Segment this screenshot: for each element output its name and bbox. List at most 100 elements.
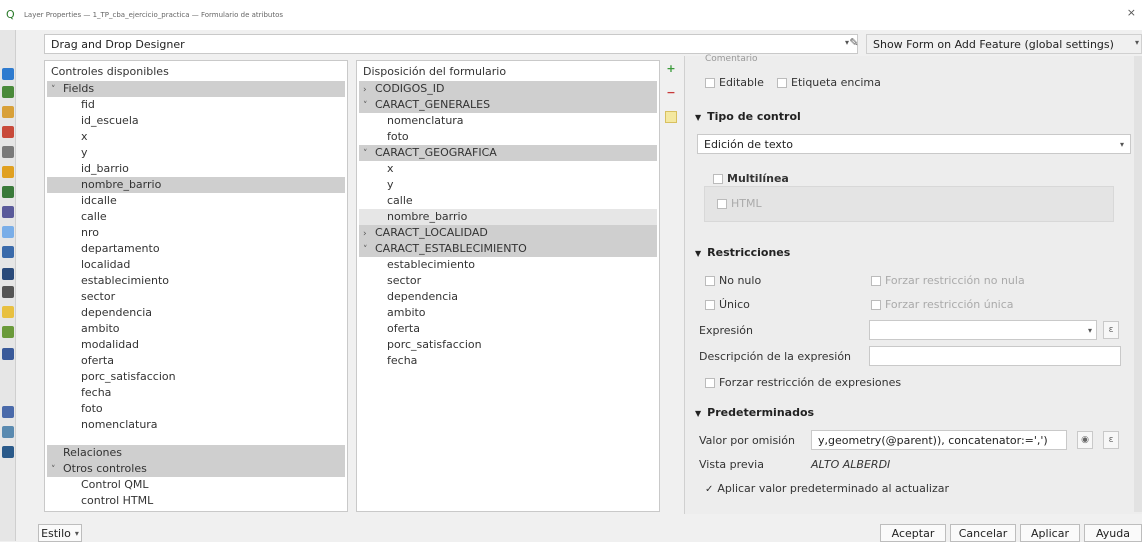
restricciones-header[interactable]: ▼ Restricciones bbox=[695, 246, 790, 259]
layout-field-y[interactable]: y bbox=[359, 177, 657, 193]
expand-arrow-icon[interactable]: › bbox=[363, 226, 375, 242]
tree-group-relaciones[interactable]: Relaciones bbox=[47, 445, 345, 461]
temporal-icon[interactable] bbox=[2, 348, 14, 360]
collapse-arrow-icon[interactable]: ˅ bbox=[363, 146, 375, 162]
collapse-arrow-icon[interactable]: ˅ bbox=[51, 82, 63, 98]
field-item-id-escuela[interactable]: id_escuela bbox=[47, 113, 345, 129]
checkbox-icon[interactable] bbox=[713, 174, 723, 184]
legend-icon[interactable] bbox=[2, 446, 14, 458]
attributes-form-icon[interactable] bbox=[2, 206, 14, 218]
source-icon[interactable] bbox=[2, 86, 14, 98]
field-item-ambito[interactable]: ambito bbox=[47, 321, 345, 337]
layout-field-dependencia[interactable]: dependencia bbox=[359, 289, 657, 305]
style-button[interactable]: Estilo ▾ bbox=[38, 524, 82, 542]
dependencies-icon[interactable] bbox=[2, 426, 14, 438]
enforce-not-null-checkbox[interactable]: Forzar restricción no nula bbox=[871, 274, 1025, 287]
auxiliary-storage-icon[interactable] bbox=[2, 246, 14, 258]
3d-view-icon[interactable] bbox=[2, 166, 14, 178]
field-item-nombre-barrio[interactable]: nombre_barrio bbox=[47, 177, 345, 193]
checkbox-icon[interactable] bbox=[717, 199, 727, 209]
collapse-arrow-icon[interactable]: ˅ bbox=[363, 242, 375, 258]
field-item-localidad[interactable]: localidad bbox=[47, 257, 345, 273]
fields-icon[interactable] bbox=[2, 186, 14, 198]
layout-field-sector[interactable]: sector bbox=[359, 273, 657, 289]
metadata-icon[interactable] bbox=[2, 406, 14, 418]
vertical-scrollbar[interactable] bbox=[1134, 56, 1142, 512]
checkbox-icon[interactable] bbox=[705, 276, 715, 286]
python-init-icon[interactable]: ✎ bbox=[846, 36, 862, 52]
layout-container-caract-generales[interactable]: ˅ CARACT_GENERALES bbox=[359, 97, 657, 113]
field-item-foto[interactable]: foto bbox=[47, 401, 345, 417]
field-item-nro[interactable]: nro bbox=[47, 225, 345, 241]
field-item-nomenclatura[interactable]: nomenclatura bbox=[47, 417, 345, 433]
predeterminados-header[interactable]: ▼ Predeterminados bbox=[695, 406, 814, 419]
field-item-x[interactable]: x bbox=[47, 129, 345, 145]
other-control-item[interactable]: control HTML bbox=[47, 493, 345, 509]
layout-field-fecha[interactable]: fecha bbox=[359, 353, 657, 369]
designer-select[interactable]: Drag and Drop Designer ▾ bbox=[44, 34, 858, 54]
multiline-checkbox[interactable]: Multilínea bbox=[713, 172, 789, 185]
checkbox-icon[interactable] bbox=[777, 78, 787, 88]
checkbox-icon[interactable] bbox=[871, 276, 881, 286]
layout-field-calle[interactable]: calle bbox=[359, 193, 657, 209]
field-item-modalidad[interactable]: modalidad bbox=[47, 337, 345, 353]
other-control-item[interactable]: Control QML bbox=[47, 477, 345, 493]
layout-field-nomenclatura[interactable]: nomenclatura bbox=[359, 113, 657, 129]
layout-field-x[interactable]: x bbox=[359, 161, 657, 177]
actions-icon[interactable] bbox=[2, 268, 14, 280]
labels-icon[interactable] bbox=[2, 126, 14, 138]
apply-on-update-checkbox[interactable]: ✓ Aplicar valor predeterminado al actuali… bbox=[705, 482, 949, 495]
field-item-porc-satisfaccion[interactable]: porc_satisfaccion bbox=[47, 369, 345, 385]
remove-icon[interactable]: − bbox=[665, 87, 677, 99]
field-item-sector[interactable]: sector bbox=[47, 289, 345, 305]
collapse-arrow-icon[interactable]: ˅ bbox=[51, 462, 63, 478]
html-checkbox[interactable]: HTML bbox=[717, 197, 762, 210]
expression-builder-icon[interactable]: ε bbox=[1103, 431, 1119, 449]
collapse-arrow-icon[interactable]: ˅ bbox=[363, 98, 375, 114]
layout-container-caract-geografica[interactable]: ˅ CARACT_GEOGRAFICA bbox=[359, 145, 657, 161]
layout-container-codigos-id[interactable]: › CODIGOS_ID bbox=[359, 81, 657, 97]
layout-field-porc-satisfaccion[interactable]: porc_satisfaccion bbox=[359, 337, 657, 353]
cancel-button[interactable]: Cancelar bbox=[950, 524, 1016, 542]
layout-field-oferta[interactable]: oferta bbox=[359, 321, 657, 337]
diagrams-icon[interactable] bbox=[2, 146, 14, 158]
widget-type-select[interactable]: Edición de texto ▾ bbox=[697, 134, 1131, 154]
close-icon[interactable]: × bbox=[1127, 6, 1136, 19]
data-defined-icon[interactable]: ◉ bbox=[1077, 431, 1093, 449]
tree-group-fields[interactable]: ˅ Fields bbox=[47, 81, 345, 97]
information-icon[interactable] bbox=[2, 68, 14, 80]
layout-field-establecimiento[interactable]: establecimiento bbox=[359, 257, 657, 273]
field-item-fecha[interactable]: fecha bbox=[47, 385, 345, 401]
field-item-establecimiento[interactable]: establecimiento bbox=[47, 273, 345, 289]
add-field-icon[interactable] bbox=[665, 111, 677, 123]
add-container-icon[interactable]: + bbox=[665, 63, 677, 75]
field-item-y[interactable]: y bbox=[47, 145, 345, 161]
layout-field-ambito[interactable]: ambito bbox=[359, 305, 657, 321]
show-form-select[interactable]: Show Form on Add Feature (global setting… bbox=[866, 34, 1142, 54]
layout-field-nombre-barrio[interactable]: nombre_barrio bbox=[359, 209, 657, 225]
expression-description-input[interactable] bbox=[869, 346, 1121, 366]
enforce-unique-checkbox[interactable]: Forzar restricción única bbox=[871, 298, 1014, 311]
editable-checkbox[interactable]: Editable bbox=[705, 76, 764, 89]
expand-arrow-icon[interactable]: › bbox=[363, 82, 375, 98]
accept-button[interactable]: Aceptar bbox=[880, 524, 946, 542]
default-value-input[interactable]: y,geometry(@parent)), concatenator:=',') bbox=[811, 430, 1067, 450]
not-null-checkbox[interactable]: No nulo bbox=[705, 274, 761, 287]
checkbox-icon[interactable] bbox=[871, 300, 881, 310]
variables-icon[interactable] bbox=[2, 326, 14, 338]
field-item-oferta[interactable]: oferta bbox=[47, 353, 345, 369]
rendering-icon[interactable] bbox=[2, 306, 14, 318]
tree-group-otros-controles[interactable]: ˅ Otros controles bbox=[47, 461, 345, 477]
expression-input[interactable]: ▾ bbox=[869, 320, 1097, 340]
layout-container-caract-localidad[interactable]: › CARACT_LOCALIDAD bbox=[359, 225, 657, 241]
checkbox-icon[interactable] bbox=[705, 378, 715, 388]
help-button[interactable]: Ayuda bbox=[1084, 524, 1142, 542]
tipo-control-header[interactable]: ▼ Tipo de control bbox=[695, 110, 801, 123]
label-on-top-checkbox[interactable]: Etiqueta encima bbox=[777, 76, 881, 89]
apply-button[interactable]: Aplicar bbox=[1020, 524, 1080, 542]
expression-builder-icon[interactable]: ε bbox=[1103, 321, 1119, 339]
field-item-departamento[interactable]: departamento bbox=[47, 241, 345, 257]
layout-container-caract-establecimiento[interactable]: ˅ CARACT_ESTABLECIMIENTO bbox=[359, 241, 657, 257]
check-icon[interactable]: ✓ bbox=[705, 484, 713, 495]
checkbox-icon[interactable] bbox=[705, 300, 715, 310]
